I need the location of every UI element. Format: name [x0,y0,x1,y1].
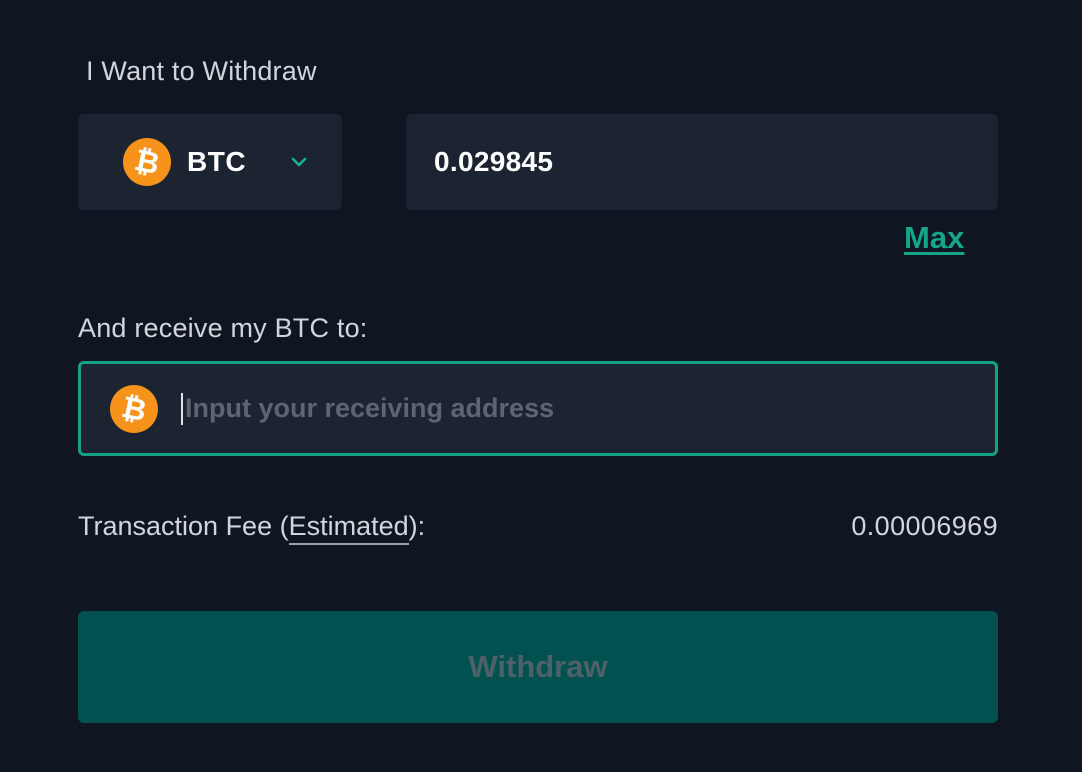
svg-text:₿: ₿ [119,390,150,427]
receiving-address-field[interactable]: ₿ [78,361,998,456]
chevron-down-icon[interactable] [290,153,308,171]
max-button[interactable]: Max [904,218,964,258]
receiving-address-input[interactable] [181,392,965,425]
fee-label-prefix: Transaction Fee ( [78,511,289,541]
amount-field[interactable] [406,114,998,210]
withdraw-section-label: I Want to Withdraw [86,56,317,86]
asset-symbol: BTC [187,146,247,177]
transaction-fee-label: Transaction Fee (Estimated): [78,507,425,545]
withdraw-button[interactable]: Withdraw [78,611,998,723]
asset-dropdown[interactable]: ₿ BTC [78,114,342,210]
transaction-fee-value: 0.00006969 [851,511,998,541]
amount-input[interactable] [434,146,974,178]
receive-section-label: And receive my BTC to: [78,313,368,343]
estimated-tooltip-link[interactable]: Estimated [288,511,409,545]
svg-text:₿: ₿ [132,144,163,181]
fee-label-suffix: ): [408,511,426,541]
bitcoin-icon: ₿ [110,384,158,433]
bitcoin-icon: ₿ [123,138,171,186]
